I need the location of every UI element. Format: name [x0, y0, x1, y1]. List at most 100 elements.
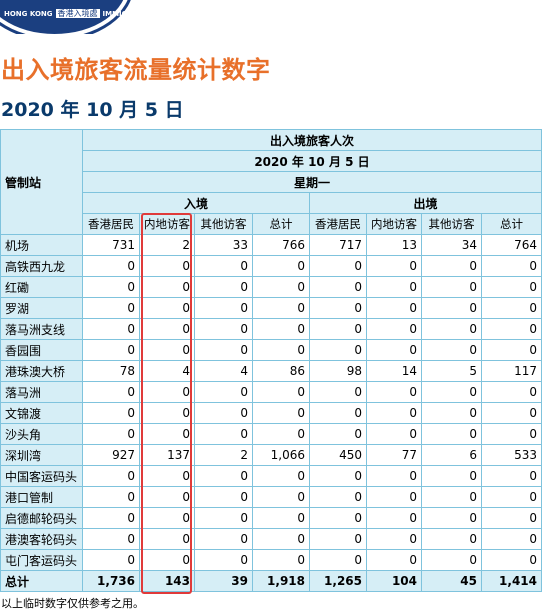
table-cell: 0 — [480, 402, 543, 424]
table-cell: 0 — [252, 528, 310, 550]
table-cell: 78 — [82, 360, 140, 382]
table-cell: 0 — [82, 318, 140, 340]
table-cell: 0 — [421, 549, 482, 571]
sub-header: 总计 — [480, 213, 543, 235]
table-cell: 764 — [480, 234, 543, 256]
table-cell: 0 — [309, 339, 367, 361]
table-cell: 0 — [139, 402, 195, 424]
table-cell: 450 — [309, 444, 367, 466]
table-cell: 0 — [194, 486, 253, 508]
table-cell: 0 — [480, 528, 543, 550]
table-cell: 0 — [480, 255, 543, 277]
table-cell: 0 — [309, 423, 367, 445]
table-cell: 0 — [480, 276, 543, 298]
station-name: 沙头角 — [0, 423, 83, 445]
table-cell: 0 — [480, 339, 543, 361]
table-cell: 34 — [421, 234, 482, 256]
table-cell: 13 — [366, 234, 422, 256]
table-cell: 0 — [82, 381, 140, 403]
table-cell: 104 — [366, 570, 422, 592]
table-cell: 0 — [252, 423, 310, 445]
table-cell: 0 — [421, 423, 482, 445]
table-cell: 0 — [480, 318, 543, 340]
footnote: 以上临时数字仅供参考之用。 — [1, 597, 144, 610]
sub-header: 总计 — [252, 213, 310, 235]
table-row: 机场 731 2 33 766 717 13 34 764 — [0, 234, 543, 256]
table-cell: 731 — [82, 234, 140, 256]
table-cell: 0 — [139, 528, 195, 550]
table-cell: 0 — [366, 297, 422, 319]
table-cell: 0 — [194, 339, 253, 361]
arrival-header: 入境 — [82, 192, 310, 214]
sub-header: 内地访客 — [139, 213, 195, 235]
table-cell: 927 — [82, 444, 140, 466]
table-cell: 0 — [252, 507, 310, 529]
table-cell: 143 — [139, 570, 195, 592]
table-cell: 1,736 — [82, 570, 140, 592]
table-cell: 0 — [366, 549, 422, 571]
table-cell: 0 — [82, 297, 140, 319]
table-row: 港澳客轮码头 0 0 0 0 0 0 0 0 — [0, 528, 543, 550]
table-cell: 0 — [366, 465, 422, 487]
table-cell: 0 — [480, 381, 543, 403]
table-cell: 0 — [480, 507, 543, 529]
table-cell: 0 — [480, 297, 543, 319]
weekday-header: 星期一 — [81, 171, 543, 193]
passenger-stats-table: 管制站 出入境旅客人次 2020 年 10 月 5 日 星期一 入境 出境 香港… — [0, 129, 543, 592]
table-cell: 0 — [252, 549, 310, 571]
table-cell: 0 — [480, 423, 543, 445]
table-cell: 1,265 — [309, 570, 367, 592]
table-cell: 0 — [421, 339, 482, 361]
table-cell: 0 — [139, 486, 195, 508]
table-cell: 0 — [366, 276, 422, 298]
table-cell: 0 — [421, 528, 482, 550]
table-cell: 0 — [252, 318, 310, 340]
table-cell: 0 — [82, 507, 140, 529]
table-cell: 0 — [252, 297, 310, 319]
table-cell: 4 — [139, 360, 195, 382]
table-cell: 0 — [194, 507, 253, 529]
table-cell: 0 — [194, 549, 253, 571]
table-cell: 0 — [139, 297, 195, 319]
station-name: 深圳湾 — [0, 444, 83, 466]
station-name: 港口管制 — [0, 486, 83, 508]
table-cell: 1,066 — [252, 444, 310, 466]
table-cell: 0 — [366, 507, 422, 529]
table-cell: 0 — [139, 255, 195, 277]
page-title: 出入境旅客流量统计数字 — [1, 56, 271, 84]
table-cell: 0 — [421, 318, 482, 340]
table-row: 香园围 0 0 0 0 0 0 0 0 — [0, 339, 543, 361]
total-label: 总计 — [0, 570, 83, 592]
table-row: 文锦渡 0 0 0 0 0 0 0 0 — [0, 402, 543, 424]
table-row: 沙头角 0 0 0 0 0 0 0 0 — [0, 423, 543, 445]
table-cell: 0 — [82, 423, 140, 445]
table-cell: 0 — [309, 465, 367, 487]
station-column-header: 管制站 — [0, 129, 83, 235]
table-cell: 0 — [309, 381, 367, 403]
table-cell: 0 — [421, 465, 482, 487]
table-cell: 0 — [366, 255, 422, 277]
table-cell: 0 — [252, 339, 310, 361]
sub-header-row: 香港居民 内地访客 其他访客 总计 香港居民 内地访客 其他访客 总计 — [1, 213, 543, 235]
station-name: 文锦渡 — [0, 402, 83, 424]
logo-text-en2: IMMIGRATION — [102, 10, 157, 18]
table-row: 落马洲支线 0 0 0 0 0 0 0 0 — [0, 318, 543, 340]
station-name: 落马洲 — [0, 381, 83, 403]
table-row: 屯门客运码头 0 0 0 0 0 0 0 0 — [0, 549, 543, 571]
table-cell: 0 — [252, 276, 310, 298]
page-date: 2020 年 10 月 5 日 — [1, 99, 184, 121]
station-name: 屯门客运码头 — [0, 549, 83, 571]
table-row: 落马洲 0 0 0 0 0 0 0 0 — [0, 381, 543, 403]
table-cell: 0 — [82, 549, 140, 571]
logo-text-en: HONG KONG — [4, 10, 53, 18]
table-cell: 0 — [309, 402, 367, 424]
table-cell: 0 — [252, 381, 310, 403]
table-cell: 0 — [82, 339, 140, 361]
table-row: 启德邮轮码头 0 0 0 0 0 0 0 0 — [0, 507, 543, 529]
table-row: 中国客运码头 0 0 0 0 0 0 0 0 — [0, 465, 543, 487]
table-cell: 766 — [252, 234, 310, 256]
table-cell: 0 — [252, 486, 310, 508]
table-cell: 0 — [194, 465, 253, 487]
table-cell: 0 — [82, 465, 140, 487]
table-cell: 0 — [366, 528, 422, 550]
